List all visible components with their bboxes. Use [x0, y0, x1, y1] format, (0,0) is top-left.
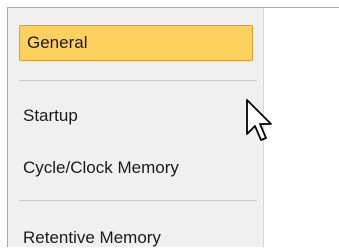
nav-divider — [19, 200, 257, 201]
nav-item-general[interactable]: General — [19, 25, 253, 61]
nav-item-retentive-memory[interactable]: Retentive Memory — [19, 228, 253, 248]
settings-navigation: General Startup Cycle/Clock Memory Reten… — [8, 8, 264, 247]
mouse-pointer-icon — [246, 99, 272, 141]
nav-item-startup[interactable]: Startup — [19, 106, 253, 126]
settings-panel: General Startup Cycle/Clock Memory Reten… — [7, 7, 339, 247]
nav-item-cycle-clock-memory[interactable]: Cycle/Clock Memory — [19, 158, 253, 178]
nav-divider — [19, 80, 257, 81]
